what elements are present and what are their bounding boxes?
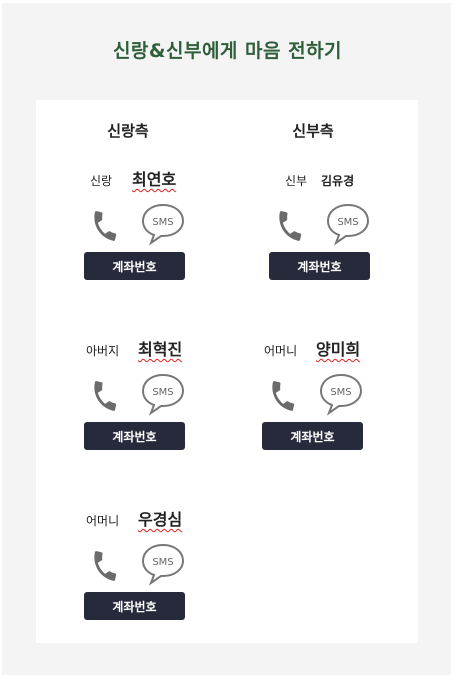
sms-icon[interactable]: SMS <box>140 542 186 586</box>
role-label: 신랑 <box>90 174 113 188</box>
bride-mother-contact: 어머니 양미희 SMS 계좌번호 <box>262 336 422 456</box>
groom-side-heading: 신랑측 <box>107 122 149 140</box>
phone-icon[interactable] <box>88 546 122 586</box>
sms-label: SMS <box>152 557 173 568</box>
contact-card: 신랑측 신부측 신랑 최연호 SMS 계좌번호 신부 김유경 SMS 계좌번호 … <box>36 100 418 643</box>
account-number-button[interactable]: 계좌번호 <box>262 422 363 450</box>
role-label: 어머니 <box>264 344 298 358</box>
phone-icon[interactable] <box>266 376 300 416</box>
phone-icon[interactable] <box>273 206 307 246</box>
person-name: 김유경 <box>321 174 355 188</box>
bride-side-heading: 신부측 <box>292 122 334 140</box>
sms-label: SMS <box>152 387 173 398</box>
person-name: 최혁진 <box>138 340 183 359</box>
account-number-button[interactable]: 계좌번호 <box>84 422 185 450</box>
account-number-button[interactable]: 계좌번호 <box>84 252 185 280</box>
role-label: 신부 <box>285 174 308 188</box>
account-number-button[interactable]: 계좌번호 <box>84 592 185 620</box>
groom-father-contact: 아버지 최혁진 SMS 계좌번호 <box>84 336 244 456</box>
person-name: 양미희 <box>316 340 361 359</box>
sms-icon[interactable]: SMS <box>318 372 364 416</box>
page-title: 신랑&신부에게 마음 전하기 <box>112 40 343 62</box>
sms-icon[interactable]: SMS <box>325 202 371 246</box>
phone-icon[interactable] <box>88 206 122 246</box>
groom-contact: 신랑 최연호 SMS 계좌번호 <box>84 166 244 286</box>
phone-icon[interactable] <box>88 376 122 416</box>
sms-label: SMS <box>152 217 173 228</box>
sms-icon[interactable]: SMS <box>140 202 186 246</box>
role-label: 어머니 <box>86 514 120 528</box>
groom-mother-contact: 어머니 우경심 SMS 계좌번호 <box>84 506 244 626</box>
sms-label: SMS <box>337 217 358 228</box>
sms-icon[interactable]: SMS <box>140 372 186 416</box>
account-number-button[interactable]: 계좌번호 <box>269 252 370 280</box>
role-label: 아버지 <box>86 344 120 358</box>
bride-contact: 신부 김유경 SMS 계좌번호 <box>269 166 429 286</box>
sms-label: SMS <box>330 387 351 398</box>
person-name: 우경심 <box>138 510 183 529</box>
person-name: 최연호 <box>132 170 177 189</box>
